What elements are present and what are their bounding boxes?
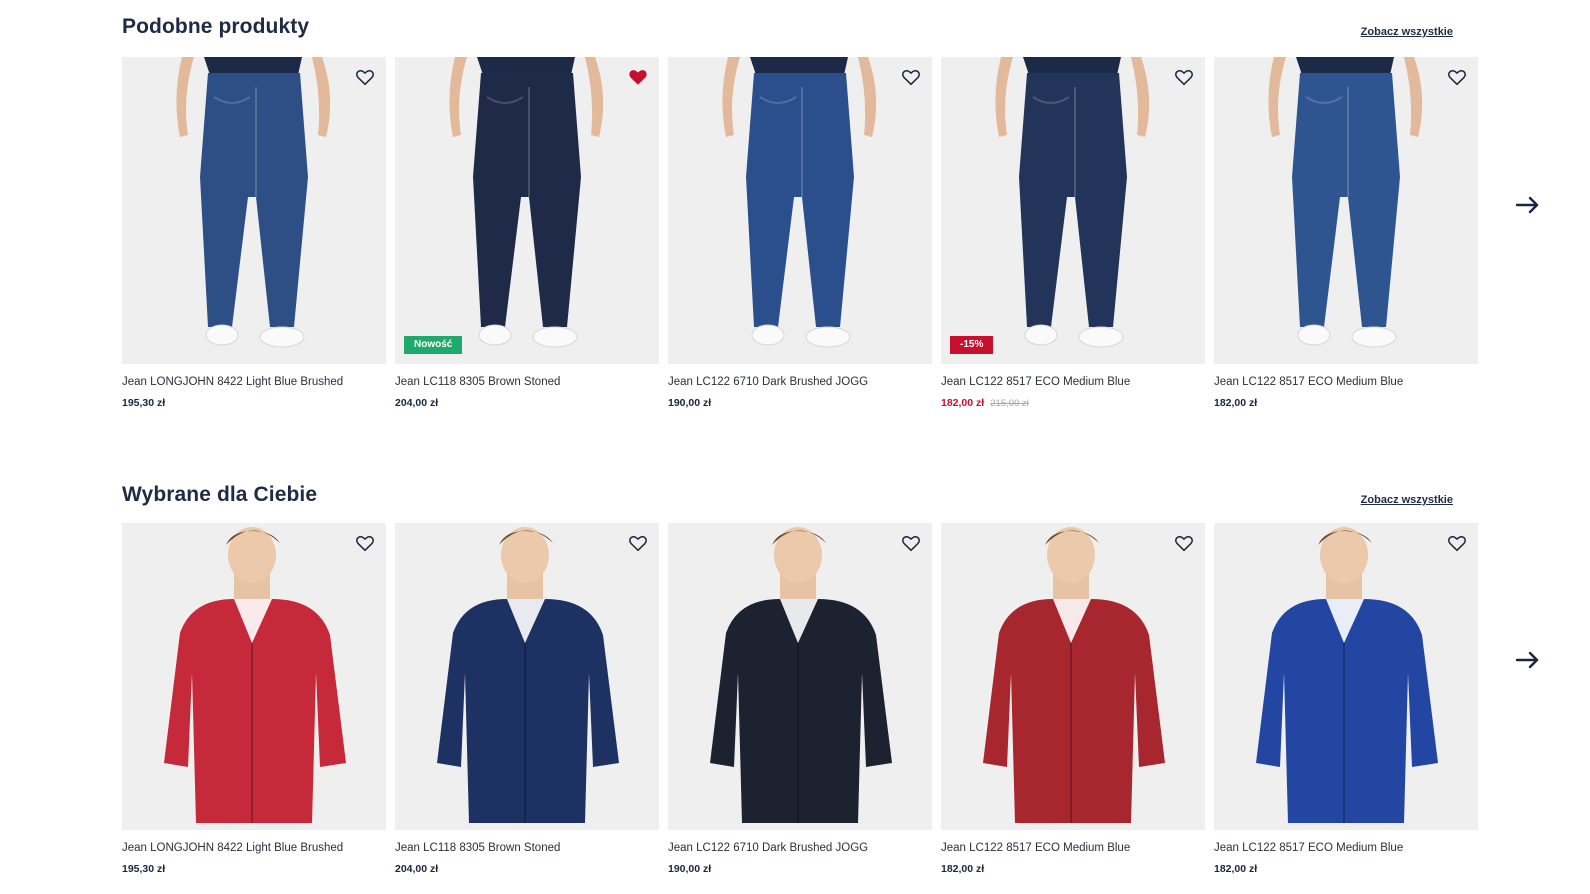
section-header: Podobne produkty Zobacz wszystkie [122, 0, 1480, 57]
product-image[interactable] [668, 57, 932, 364]
price-value: 204,00 zł [395, 397, 439, 409]
product-photo [1214, 57, 1478, 364]
product-card[interactable]: Jean LC118 8305 Brown Stoned 204,00 zł [395, 523, 659, 875]
product-carousel: Jean LONGJOHN 8422 Light Blue Brushed 195… [122, 57, 1480, 417]
product-photo [1214, 523, 1478, 830]
product-photo [395, 57, 659, 364]
product-photo [122, 57, 386, 364]
product-price: 182,00 zł [1214, 397, 1478, 409]
favorite-button[interactable] [354, 66, 376, 88]
product-image[interactable] [668, 523, 932, 830]
product-name[interactable]: Jean LC122 8517 ECO Medium Blue [941, 376, 1205, 392]
section-title: Podobne produkty [122, 15, 310, 38]
price-value: 204,00 zł [395, 863, 439, 875]
price-value: 190,00 zł [668, 863, 712, 875]
product-photo [668, 523, 932, 830]
product-photo [941, 523, 1205, 830]
product-price: 204,00 zł [395, 397, 659, 409]
favorite-button[interactable] [1446, 532, 1468, 554]
price-value: 182,00 zł [1214, 863, 1258, 875]
see-all-link[interactable]: Zobacz wszystkie [1361, 26, 1453, 38]
heart-icon [629, 70, 647, 85]
price-value: 190,00 zł [668, 397, 712, 409]
product-image[interactable] [395, 523, 659, 830]
product-image[interactable] [941, 523, 1205, 830]
section-header: Wybrane dla Ciebie Zobacz wszystkie [122, 463, 1480, 523]
heart-icon [356, 536, 374, 552]
section-similar-products: Podobne produkty Zobacz wszystkie Jean L… [122, 0, 1480, 417]
product-name[interactable]: Jean LC122 6710 Dark Brushed JOGG [668, 842, 932, 858]
product-name[interactable]: Jean LC122 6710 Dark Brushed JOGG [668, 376, 932, 392]
heart-icon [1448, 536, 1466, 552]
product-price: 182,00 zł [941, 863, 1205, 875]
sale-price: 182,00 zł [941, 397, 985, 409]
favorite-button[interactable] [900, 532, 922, 554]
product-image[interactable]: Nowość [395, 57, 659, 364]
product-name[interactable]: Jean LONGJOHN 8422 Light Blue Brushed [122, 376, 386, 392]
favorite-button[interactable] [1173, 66, 1195, 88]
product-image[interactable] [1214, 57, 1478, 364]
product-card[interactable]: -15% Jean LC122 8517 ECO Medium Blue 182,0… [941, 57, 1205, 409]
discount-badge: -15% [950, 336, 994, 354]
product-photo [941, 57, 1205, 364]
price-value: 182,00 zł [941, 863, 985, 875]
heart-icon [1175, 536, 1193, 552]
product-price: 190,00 zł [668, 863, 932, 875]
product-card[interactable]: Jean LC122 6710 Dark Brushed JOGG 190,00 … [668, 57, 932, 409]
favorite-button[interactable] [1173, 532, 1195, 554]
product-card[interactable]: Jean LONGJOHN 8422 Light Blue Brushed 195… [122, 523, 386, 875]
heart-icon [1175, 70, 1193, 86]
carousel-next-button[interactable] [1515, 650, 1541, 670]
favorite-button[interactable] [900, 66, 922, 88]
product-card[interactable]: Jean LONGJOHN 8422 Light Blue Brushed 195… [122, 57, 386, 409]
product-card[interactable]: Jean LC122 8517 ECO Medium Blue 182,00 zł [1214, 523, 1478, 875]
favorite-button[interactable] [627, 532, 649, 554]
product-name[interactable]: Jean LC118 8305 Brown Stoned [395, 376, 659, 392]
heart-icon [902, 70, 920, 86]
product-card[interactable]: Nowość Jean LC118 8305 Brown Stoned 204,00… [395, 57, 659, 409]
favorite-button[interactable] [1446, 66, 1468, 88]
favorite-button[interactable] [627, 66, 649, 88]
section-title: Wybrane dla Ciebie [122, 483, 318, 506]
heart-icon [629, 536, 647, 552]
new-badge: Nowość [404, 336, 463, 354]
heart-icon [902, 536, 920, 552]
product-name[interactable]: Jean LC122 8517 ECO Medium Blue [941, 842, 1205, 858]
product-photo [668, 57, 932, 364]
product-price: 195,30 zł [122, 863, 386, 875]
arrow-right-icon [1515, 196, 1539, 214]
product-image[interactable] [122, 57, 386, 364]
product-card[interactable]: Jean LC122 8517 ECO Medium Blue 182,00 zł [1214, 57, 1478, 409]
product-image[interactable] [122, 523, 386, 830]
heart-icon [356, 70, 374, 86]
see-all-link[interactable]: Zobacz wszystkie [1361, 494, 1453, 506]
old-price: 215,00 zł [990, 398, 1029, 409]
carousel-next-button[interactable] [1515, 195, 1541, 215]
product-photo [122, 523, 386, 830]
product-card[interactable]: Jean LC122 8517 ECO Medium Blue 182,00 zł [941, 523, 1205, 875]
product-image[interactable] [1214, 523, 1478, 830]
product-price: 182,00 zł 215,00 zł [941, 397, 1205, 409]
product-price: 204,00 zł [395, 863, 659, 875]
product-price: 190,00 zł [668, 397, 932, 409]
product-name[interactable]: Jean LC122 8517 ECO Medium Blue [1214, 842, 1478, 858]
price-value: 195,30 zł [122, 863, 166, 875]
price-value: 182,00 zł [1214, 397, 1258, 409]
arrow-right-icon [1515, 651, 1539, 669]
product-price: 195,30 zł [122, 397, 386, 409]
favorite-button[interactable] [354, 532, 376, 554]
product-card[interactable]: Jean LC122 6710 Dark Brushed JOGG 190,00 … [668, 523, 932, 875]
section-picked-for-you: Wybrane dla Ciebie Zobacz wszystkie Jean… [122, 463, 1480, 883]
product-price: 182,00 zł [1214, 863, 1478, 875]
product-image[interactable]: -15% [941, 57, 1205, 364]
heart-icon [1448, 70, 1466, 86]
product-name[interactable]: Jean LC122 8517 ECO Medium Blue [1214, 376, 1478, 392]
product-name[interactable]: Jean LC118 8305 Brown Stoned [395, 842, 659, 858]
price-value: 195,30 zł [122, 397, 166, 409]
product-photo [395, 523, 659, 830]
product-carousel: Jean LONGJOHN 8422 Light Blue Brushed 195… [122, 523, 1480, 883]
product-name[interactable]: Jean LONGJOHN 8422 Light Blue Brushed [122, 842, 386, 858]
